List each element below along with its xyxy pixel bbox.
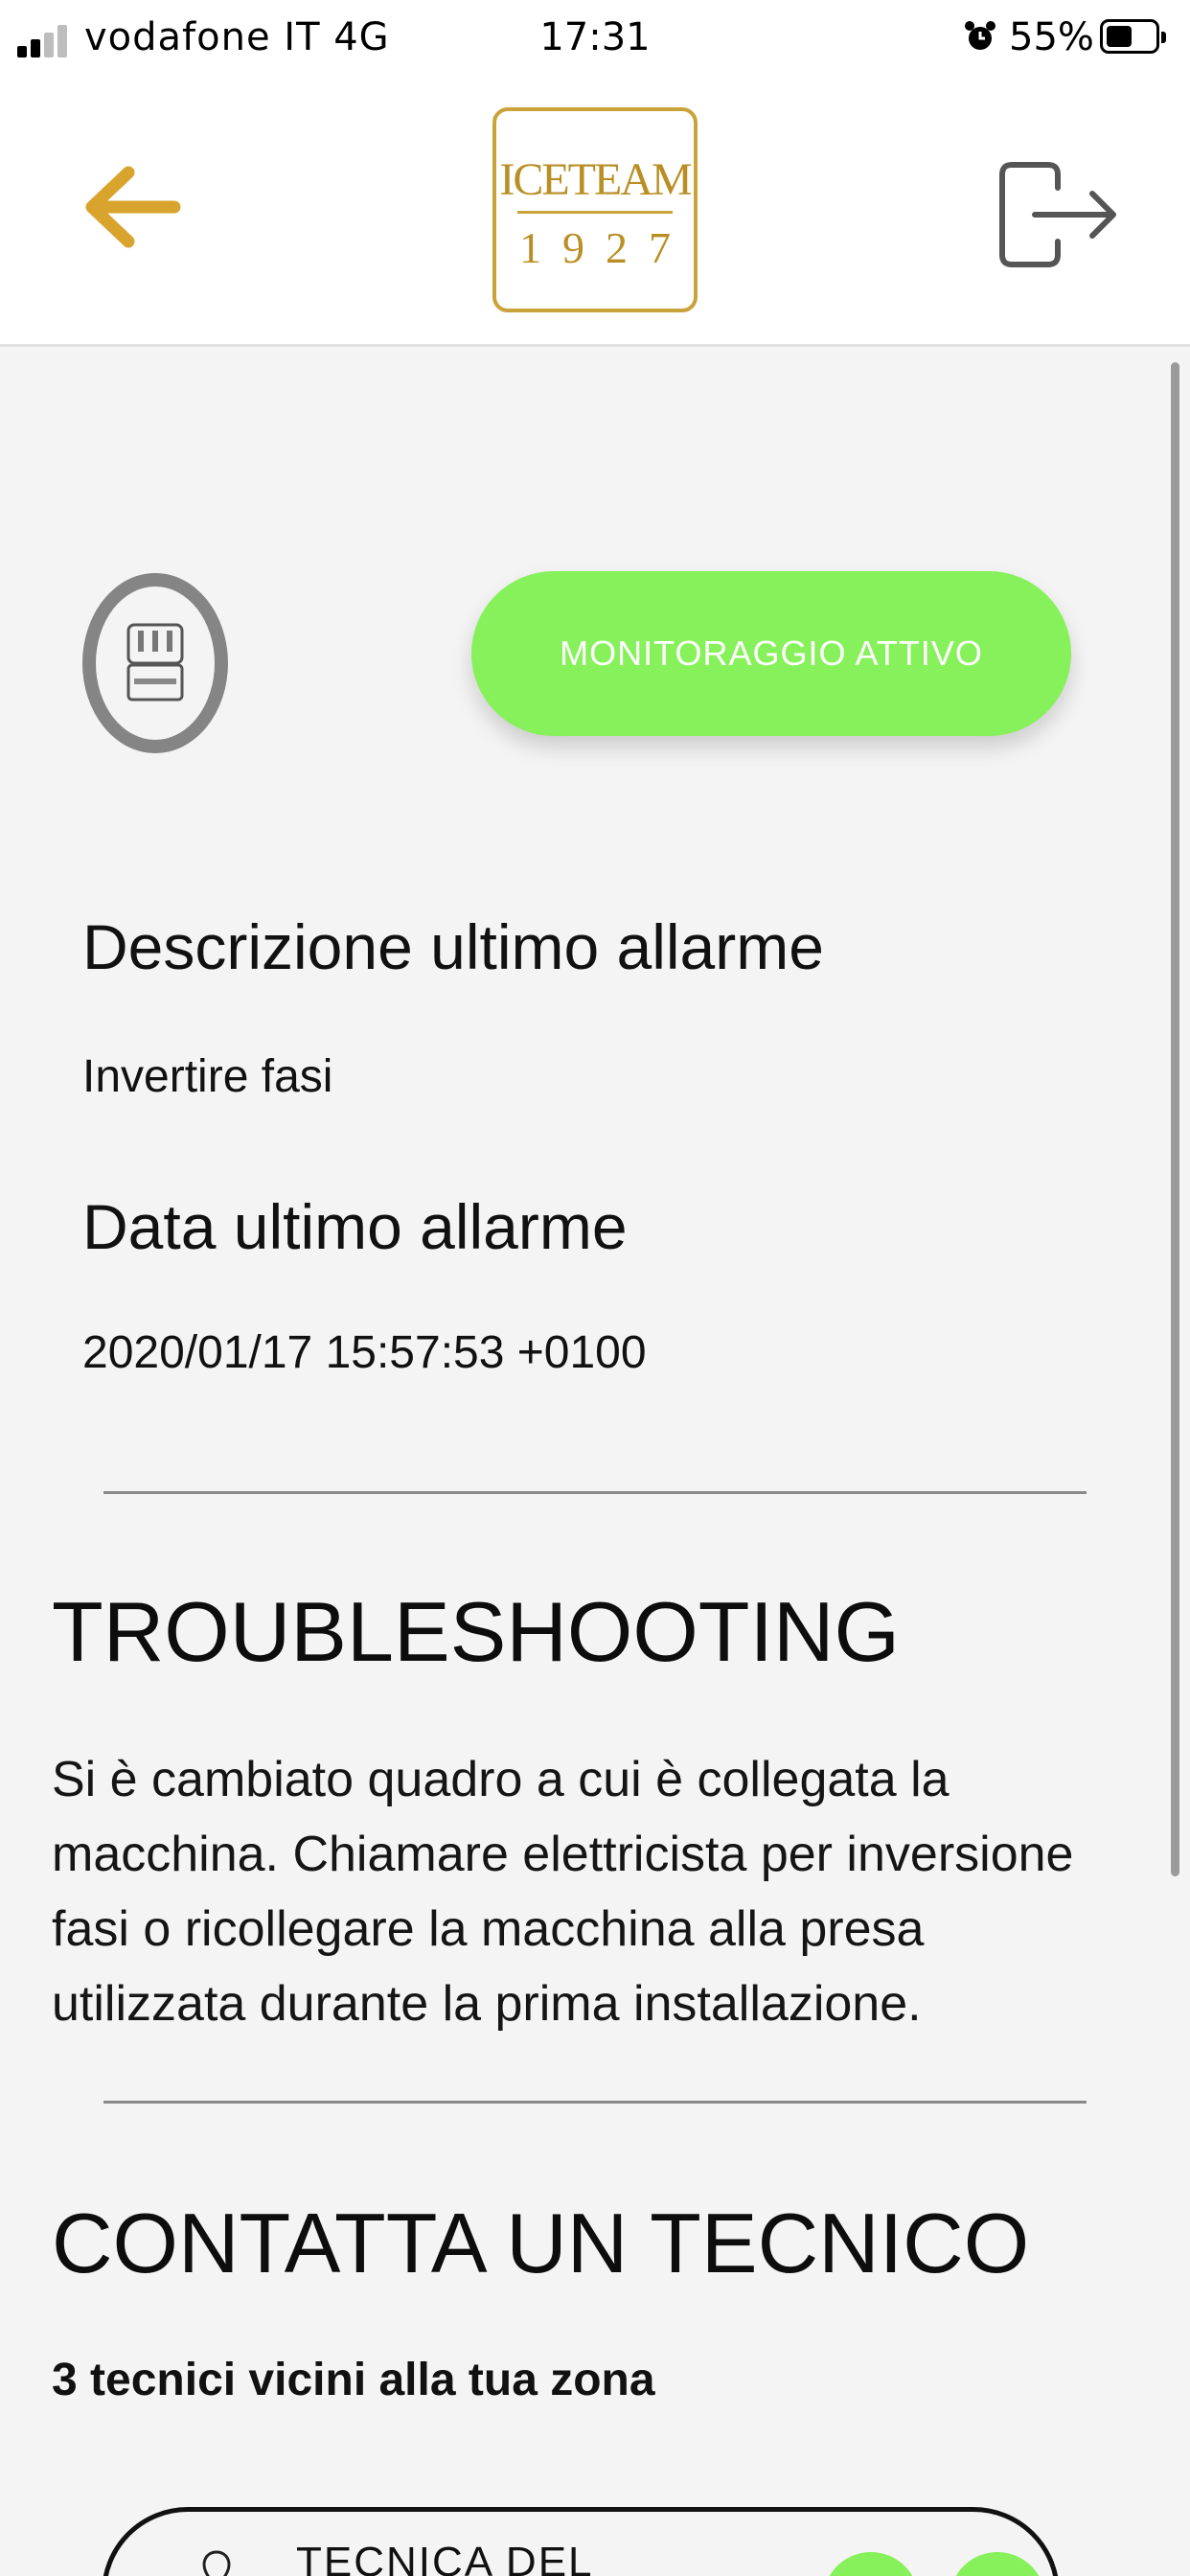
call-technician-button[interactable]: [823, 2552, 919, 2576]
logo-brand: ICETEAM: [499, 154, 692, 205]
message-technician-button[interactable]: [950, 2552, 1045, 2576]
alarm-date-value: 2020/01/17 15:57:53 +0100: [82, 1327, 647, 1378]
back-button[interactable]: [79, 159, 184, 255]
ice-cream-machine-icon: [82, 573, 228, 753]
divider: [103, 2101, 1087, 2104]
status-bar: vodafone IT 4G 17:31 55%: [0, 0, 1190, 77]
alarm-description-value: Invertire fasi: [82, 1051, 333, 1102]
technician-name: TECNICA DEL: [296, 2539, 594, 2576]
logo-year: 1927: [519, 223, 692, 272]
logout-button[interactable]: [996, 159, 1121, 270]
alarm-date-title: Data ultimo allarme: [82, 1191, 628, 1262]
contact-technician-title: CONTATTA UN TECNICO: [52, 2196, 1030, 2290]
alarm-clock-icon: [963, 19, 997, 63]
battery-percentage: 55%: [1009, 15, 1094, 59]
technicians-nearby-count: 3 tecnici vicini alla tua zona: [52, 2355, 655, 2405]
iceteam-logo: ICETEAM 1927: [492, 107, 698, 312]
alarm-description-title: Descrizione ultimo allarme: [82, 911, 824, 982]
divider: [103, 1491, 1087, 1494]
battery-icon: [1100, 19, 1166, 54]
troubleshooting-title: TROUBLESHOOTING: [52, 1584, 900, 1679]
logout-icon: [999, 162, 1116, 267]
monitoring-status-button[interactable]: MONITORAGGIO ATTIVO: [471, 571, 1071, 736]
arrow-left-icon: [85, 166, 181, 248]
location-pin-icon: [202, 2550, 231, 2576]
technician-card[interactable]: TECNICA DEL: [102, 2507, 1060, 2576]
app-header: ICETEAM 1927: [0, 77, 1190, 347]
troubleshooting-text: Si è cambiato quadro a cui è collegata l…: [52, 1752, 1074, 2032]
scrollbar[interactable]: [1171, 362, 1179, 1876]
